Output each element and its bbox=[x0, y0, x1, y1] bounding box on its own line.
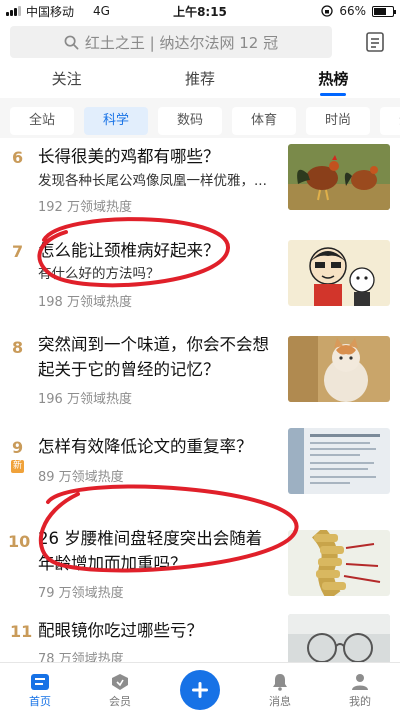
network-label: 4G bbox=[93, 4, 110, 18]
nav-messages[interactable]: 消息 bbox=[240, 663, 320, 711]
bell-icon bbox=[273, 674, 287, 691]
main-tabs: 关注 推荐 热榜 bbox=[0, 62, 400, 98]
question-title: 26 岁腰椎间盘轻度突出会随着年龄增加而加重吗？ bbox=[38, 529, 263, 573]
nav-home-label: 首页 bbox=[29, 695, 51, 708]
list-item[interactable]: 11 配眼镜你吃过哪些亏？ 78 万领域热度 bbox=[0, 606, 400, 680]
search-input[interactable]: 红土之王 | 纳达尔法网 12 冠 bbox=[10, 26, 332, 58]
list-item[interactable]: 10 26 岁腰椎间盘轻度突出会随着年龄增加而加重吗？ 79 万领域热度 bbox=[0, 516, 400, 616]
notes-button[interactable] bbox=[360, 27, 390, 57]
tab-follow[interactable]: 关注 bbox=[0, 62, 133, 98]
question-title: 长得很美的鸡都有哪些？ bbox=[38, 147, 220, 166]
heat-label: 198 万领域热度 bbox=[38, 295, 132, 310]
status-bar: 中国移动 4G 上午8:15 66% bbox=[0, 0, 400, 22]
document-image bbox=[288, 428, 390, 494]
heat-label: 79 万领域热度 bbox=[38, 586, 124, 601]
battery-percent: 66% bbox=[339, 4, 366, 18]
spine-image bbox=[288, 530, 390, 596]
rank-number: 8 bbox=[12, 338, 24, 357]
question-excerpt: 发现各种长尾公鸡像凤凰一样优雅，... bbox=[38, 173, 267, 189]
member-icon bbox=[112, 674, 128, 690]
category-film[interactable]: 影视 bbox=[380, 107, 400, 135]
category-science[interactable]: 科学 bbox=[84, 107, 148, 135]
rank-number: 11 bbox=[10, 622, 33, 641]
nav-create[interactable] bbox=[160, 663, 240, 711]
list-item[interactable]: 9 新 怎样有效降低论文的重复率？ 89 万领域热度 bbox=[0, 424, 400, 516]
nav-home[interactable]: 首页 bbox=[0, 663, 80, 711]
search-bar-row: 红土之王 | 纳达尔法网 12 冠 bbox=[0, 22, 400, 62]
nav-member[interactable]: 会员 bbox=[80, 663, 160, 711]
profile-icon bbox=[352, 674, 368, 690]
nav-profile[interactable]: 我的 bbox=[320, 663, 400, 711]
rank-number: 7 bbox=[12, 242, 24, 261]
question-title: 怎样有效降低论文的重复率？ bbox=[38, 437, 253, 456]
cartoon-image bbox=[288, 240, 390, 306]
battery-icon bbox=[372, 5, 396, 17]
category-fashion[interactable]: 时尚 bbox=[306, 107, 370, 135]
question-title: 突然闻到一个味道，你会不会想起关于它的曾经的记忆？ bbox=[38, 335, 269, 379]
nav-member-label: 会员 bbox=[109, 695, 131, 708]
heat-label: 192 万领域热度 bbox=[38, 200, 132, 215]
nav-profile-label: 我的 bbox=[349, 695, 371, 708]
search-icon bbox=[64, 35, 79, 49]
notes-icon bbox=[366, 32, 384, 52]
heat-label: 196 万领域热度 bbox=[38, 392, 132, 407]
question-excerpt: 有什么好的方法吗？ bbox=[38, 266, 160, 282]
rooster-image bbox=[288, 144, 390, 210]
new-badge: 新 bbox=[11, 460, 25, 473]
app-screen: 中国移动 4G 上午8:15 66% 红土之王 | 纳达尔法网 12 冠 关注 … bbox=[0, 0, 400, 711]
category-all[interactable]: 全站 bbox=[10, 107, 74, 135]
signal-icon bbox=[6, 6, 21, 16]
cat-image bbox=[288, 336, 390, 402]
rotation-lock-icon bbox=[321, 5, 333, 17]
tab-hot-list[interactable]: 热榜 bbox=[267, 62, 400, 98]
category-sports[interactable]: 体育 bbox=[232, 107, 296, 135]
question-title: 怎么能让颈椎病好起来？ bbox=[38, 241, 220, 260]
plus-icon bbox=[192, 681, 208, 698]
tab-recommend[interactable]: 推荐 bbox=[133, 62, 266, 98]
rank-number: 9 bbox=[12, 438, 24, 457]
category-digital[interactable]: 数码 bbox=[158, 107, 222, 135]
home-icon bbox=[31, 674, 49, 690]
heat-label: 89 万领域热度 bbox=[38, 470, 124, 485]
search-placeholder: 红土之王 | 纳达尔法网 12 冠 bbox=[84, 33, 279, 52]
create-button[interactable] bbox=[180, 669, 220, 710]
bottom-nav: 首页 会员 消息 我的 bbox=[0, 662, 400, 711]
nav-messages-label: 消息 bbox=[269, 695, 291, 708]
question-title: 配眼镜你吃过哪些亏？ bbox=[38, 621, 203, 640]
rank-number: 10 bbox=[8, 532, 31, 551]
list-item[interactable]: 8 突然闻到一个味道，你会不会想起关于它的曾经的记忆？ 196 万领域热度 bbox=[0, 322, 400, 424]
rank-number: 6 bbox=[12, 148, 24, 167]
carrier-label: 中国移动 bbox=[26, 4, 75, 19]
